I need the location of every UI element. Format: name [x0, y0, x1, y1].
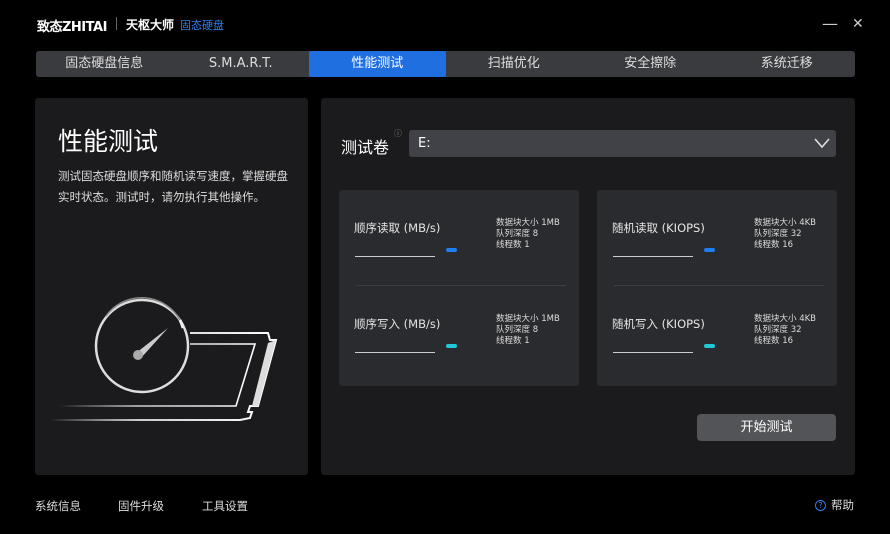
test-volume-select[interactable]: E:	[409, 130, 836, 157]
system-info-link[interactable]: 系统信息	[35, 498, 81, 514]
speedometer-ssd-illustration	[50, 297, 278, 421]
divider	[356, 285, 566, 286]
main-tabs: 固态硬盘信息 S.M.A.R.T. 性能测试 扫描优化 安全擦除 系统迁移	[36, 51, 855, 77]
metric-name: 顺序读取 (MB/s)	[354, 221, 441, 235]
tab-secure-erase[interactable]: 安全擦除	[582, 51, 719, 77]
test-volume-label: 测试卷	[341, 138, 390, 157]
test-params: 数据块大小 4KB 队列深度 32 线程数 16	[754, 218, 817, 250]
progress-indicator	[704, 344, 715, 348]
intro-panel: 性能测试 测试固态硬盘顺序和随机读写速度，掌握硬盘实时状态。测试时，请勿执行其他…	[35, 98, 308, 475]
metric-rand-write: 随机写入 (KIOPS) 数据块大小 4KB 队列深度 32 线程数 16	[612, 314, 832, 376]
chevron-down-icon	[814, 138, 830, 149]
page-title: 性能测试	[58, 127, 159, 156]
info-icon[interactable]: ⓘ	[394, 128, 402, 139]
app-name: 天枢大师	[126, 18, 175, 32]
page-description: 测试固态硬盘顺序和随机读写速度，掌握硬盘实时状态。测试时，请勿执行其他操作。	[58, 169, 288, 204]
random-card: 随机读取 (KIOPS) 数据块大小 4KB 队列深度 32 线程数 16 随机写入…	[597, 190, 837, 386]
minimize-button[interactable]: —	[822, 14, 838, 33]
tab-scan-optimize[interactable]: 扫描优化	[446, 51, 583, 77]
selected-volume: E:	[418, 136, 431, 151]
sequential-card: 顺序读取 (MB/s) 数据块大小 1MB 队列深度 8 线程数 1 顺序写入 (M…	[339, 190, 579, 386]
divider	[116, 17, 117, 30]
result-line	[355, 256, 435, 257]
progress-indicator	[446, 344, 457, 348]
divider	[614, 285, 824, 286]
progress-indicator	[446, 248, 457, 252]
brand-logo: 致态ZHITAI	[37, 20, 107, 35]
test-params: 数据块大小 4KB 队列深度 32 线程数 16	[754, 314, 817, 346]
result-line	[355, 352, 435, 353]
metric-seq-write: 顺序写入 (MB/s) 数据块大小 1MB 队列深度 8 线程数 1	[354, 314, 574, 376]
app-subtitle: 固态硬盘	[180, 19, 224, 32]
metric-name: 顺序写入 (MB/s)	[354, 317, 441, 331]
tab-smart[interactable]: S.M.A.R.T.	[173, 51, 310, 77]
test-panel: 测试卷 ⓘ E: 顺序读取 (MB/s) 数据块大小 1MB 队列深度 8 线程数 …	[321, 98, 855, 475]
metric-rand-read: 随机读取 (KIOPS) 数据块大小 4KB 队列深度 32 线程数 16	[612, 218, 832, 280]
tab-performance-test[interactable]: 性能测试	[309, 51, 446, 77]
tab-ssd-info[interactable]: 固态硬盘信息	[36, 51, 173, 77]
tab-system-migration[interactable]: 系统迁移	[719, 51, 856, 77]
test-params: 数据块大小 1MB 队列深度 8 线程数 1	[496, 218, 560, 250]
result-line	[613, 256, 693, 257]
help-label: 帮助	[831, 498, 854, 512]
progress-indicator	[704, 248, 715, 252]
metric-name: 随机读取 (KIOPS)	[612, 221, 705, 235]
test-params: 数据块大小 1MB 队列深度 8 线程数 1	[496, 314, 560, 346]
help-icon: ?	[815, 500, 826, 511]
result-line	[613, 352, 693, 353]
metric-name: 随机写入 (KIOPS)	[612, 317, 705, 331]
title-bar: 致态ZHITAI 天枢大师 固态硬盘 — ✕	[0, 0, 890, 48]
firmware-upgrade-link[interactable]: 固件升级	[118, 498, 164, 514]
close-button[interactable]: ✕	[852, 16, 864, 32]
help-link[interactable]: ? 帮助	[815, 497, 854, 513]
metric-seq-read: 顺序读取 (MB/s) 数据块大小 1MB 队列深度 8 线程数 1	[354, 218, 574, 280]
tool-settings-link[interactable]: 工具设置	[202, 498, 248, 514]
start-test-button[interactable]: 开始测试	[697, 414, 836, 441]
